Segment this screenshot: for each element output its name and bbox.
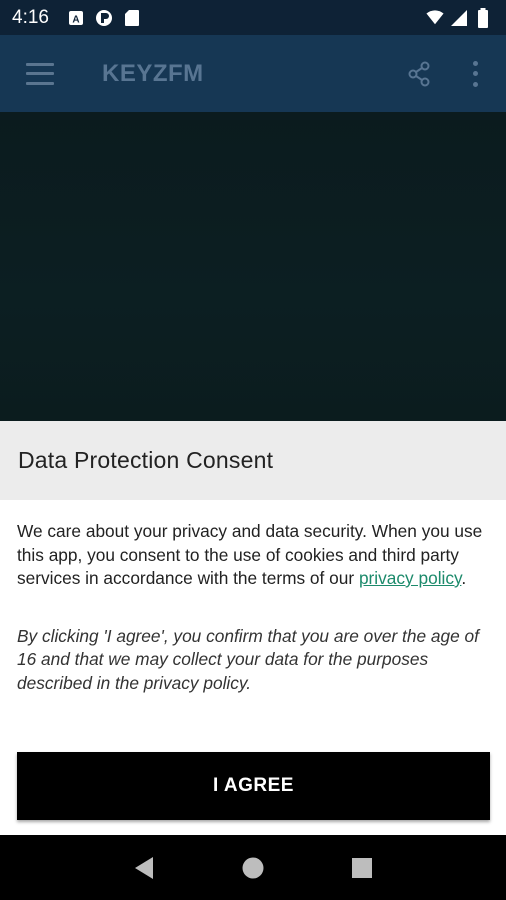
- app-title: KEYZFM: [102, 59, 204, 87]
- app-bar: KEYZFM: [0, 35, 506, 112]
- main-content-area: [0, 112, 506, 421]
- status-right: [426, 7, 492, 28]
- consent-text: We care about your privacy and data secu…: [17, 520, 488, 591]
- navigation-bar: [0, 835, 506, 900]
- home-icon[interactable]: [233, 848, 273, 888]
- a-box-icon: A: [67, 9, 85, 27]
- dialog-header: Data Protection Consent: [0, 421, 506, 500]
- share-icon[interactable]: [405, 60, 433, 88]
- app-actions: [405, 60, 506, 88]
- status-bar: 4:16 A: [0, 0, 506, 35]
- svg-text:A: A: [72, 14, 79, 25]
- back-icon[interactable]: [124, 848, 164, 888]
- recents-icon[interactable]: [342, 848, 382, 888]
- sd-card-icon: [123, 9, 141, 27]
- circle-p-icon: [95, 9, 113, 27]
- hamburger-menu-icon[interactable]: [26, 62, 54, 85]
- more-vert-icon[interactable]: [471, 60, 479, 87]
- agree-button[interactable]: I AGREE: [17, 752, 490, 820]
- signal-icon: [450, 9, 468, 27]
- consent-text-end: .: [461, 568, 467, 588]
- age-confirmation-note: By clicking 'I agree', you confirm that …: [17, 625, 479, 693]
- dialog-title: Data Protection Consent: [18, 447, 274, 473]
- status-left: 4:16 A: [12, 7, 141, 29]
- wifi-icon: [426, 9, 444, 27]
- dialog-body: We care about your privacy and data secu…: [0, 500, 506, 695]
- battery-icon: [474, 7, 492, 28]
- privacy-policy-link[interactable]: privacy policy: [359, 568, 461, 588]
- status-time: 4:16: [12, 6, 49, 28]
- consent-dialog: Data Protection Consent We care about yo…: [0, 421, 506, 835]
